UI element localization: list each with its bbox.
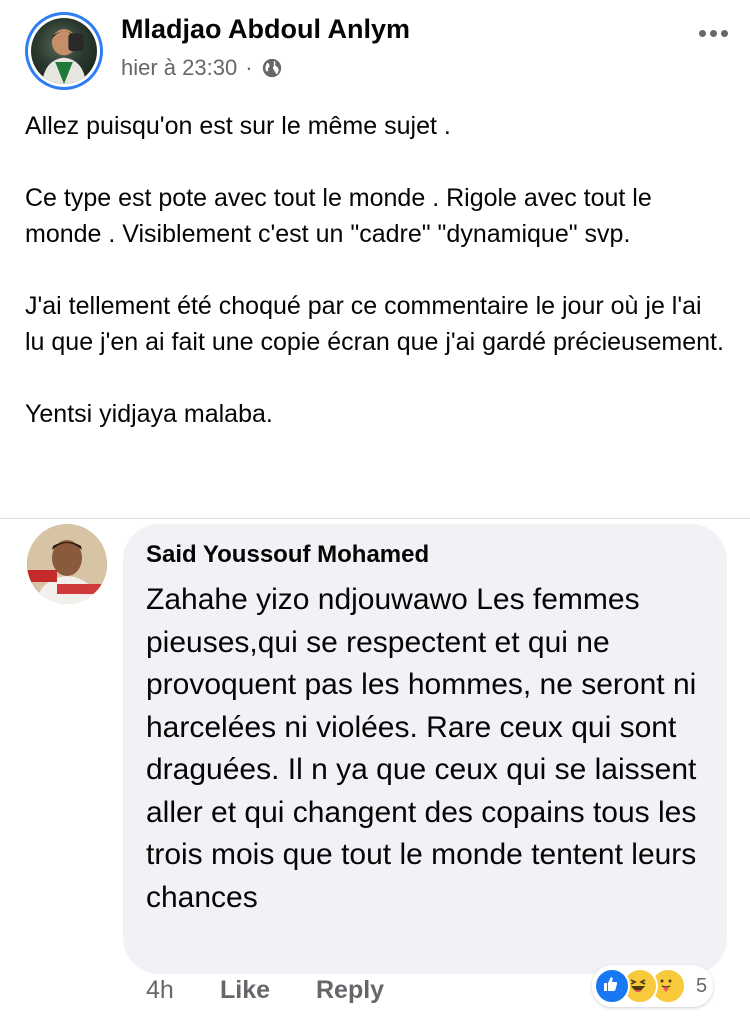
avatar-figure bbox=[42, 29, 86, 84]
post-paragraph: Yentsi yidjaya malaba. bbox=[25, 400, 273, 428]
post-paragraph: J'ai tellement été choqué par ce comment… bbox=[25, 292, 724, 356]
comment-bubble: Said Youssouf Mohamed Zahahe yizo ndjouw… bbox=[123, 524, 727, 974]
more-dot bbox=[699, 30, 706, 37]
post-paragraph: Ce type est pote avec tout le monde . Ri… bbox=[25, 184, 652, 248]
more-dot bbox=[710, 30, 717, 37]
globe-icon[interactable] bbox=[261, 57, 283, 79]
comment-actions: 4h Like Reply bbox=[146, 976, 384, 1005]
like-button[interactable]: Like bbox=[220, 976, 316, 1005]
author-avatar[interactable] bbox=[25, 12, 103, 90]
commenter-avatar[interactable] bbox=[27, 524, 107, 604]
post-body: Allez puisqu'on est sur le même sujet . … bbox=[25, 108, 725, 432]
commenter-name[interactable]: Said Youssouf Mohamed bbox=[146, 540, 703, 570]
post-header: Mladjao Abdoul Anlym hier à 23:30 · bbox=[0, 0, 750, 100]
avatar-ring bbox=[28, 15, 100, 87]
commenter-photo bbox=[27, 524, 107, 604]
more-dot bbox=[721, 30, 728, 37]
like-icon bbox=[594, 968, 630, 1004]
post-time[interactable]: hier à 23:30 bbox=[121, 55, 237, 81]
meta-separator: · bbox=[245, 55, 253, 80]
more-options-icon[interactable] bbox=[699, 30, 728, 37]
reaction-count: 5 bbox=[696, 974, 708, 997]
comments-divider bbox=[0, 518, 750, 519]
author-name[interactable]: Mladjao Abdoul Anlym bbox=[121, 14, 410, 45]
post-meta: hier à 23:30 · bbox=[121, 55, 283, 81]
avatar-photo bbox=[31, 18, 97, 84]
post-paragraph: Allez puisqu'on est sur le même sujet . bbox=[25, 112, 451, 140]
comment-text: Zahahe yizo ndjouwawo Les femmes pieuses… bbox=[146, 583, 697, 914]
reply-button[interactable]: Reply bbox=[316, 976, 384, 1005]
comment-time[interactable]: 4h bbox=[146, 976, 220, 1005]
reactions-summary[interactable]: 5 bbox=[592, 965, 714, 1007]
